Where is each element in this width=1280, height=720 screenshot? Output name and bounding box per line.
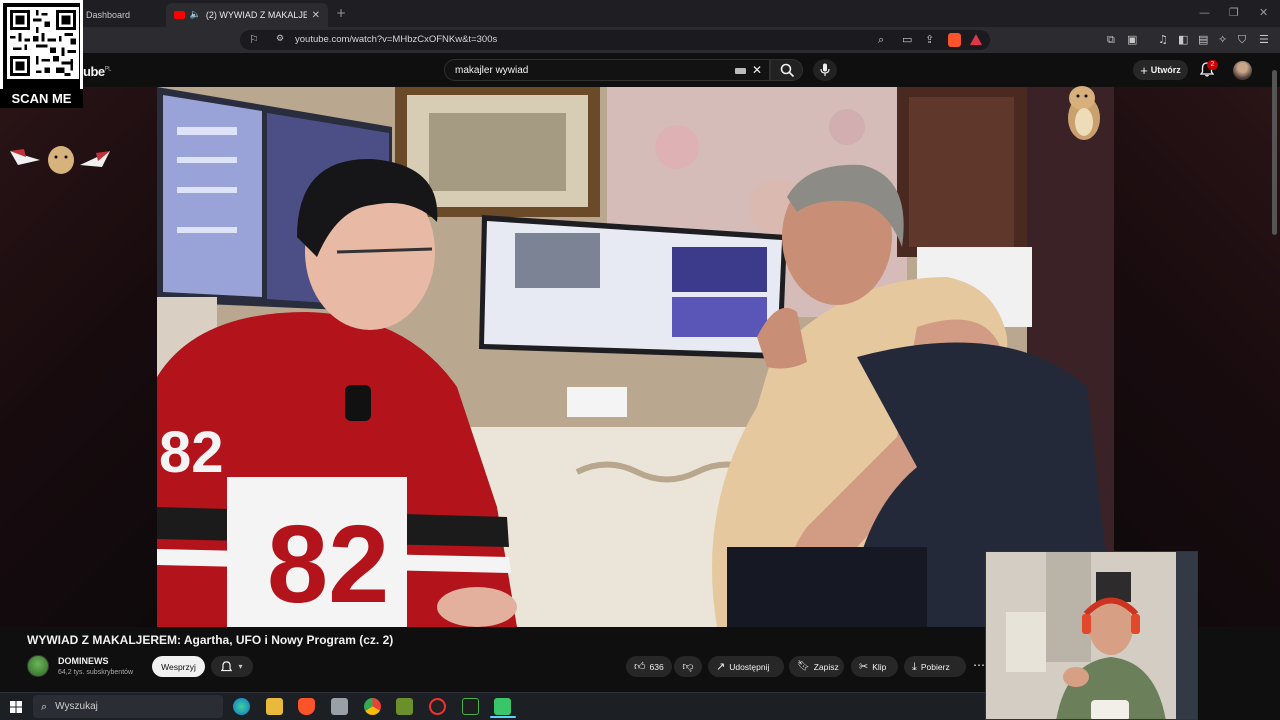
scan-me-label: SCAN ME <box>0 89 83 108</box>
qr-code <box>7 7 79 79</box>
thumbs-down-icon: 👎︎ <box>682 660 694 673</box>
join-button[interactable]: Wesprzyj <box>152 656 205 677</box>
media-icon[interactable]: ▤ <box>1198 33 1208 46</box>
bell-icon <box>221 660 233 671</box>
scissors-icon: ✂ <box>859 660 869 673</box>
like-button[interactable]: 👍︎ 636 <box>626 656 672 677</box>
wallet-icon[interactable]: ▣ <box>1127 33 1137 46</box>
more-actions-icon[interactable]: ⋯ <box>973 658 985 672</box>
edge-icon[interactable] <box>233 698 250 715</box>
streamer-webcam <box>985 551 1198 720</box>
youtube-logo[interactable]: ubePL <box>83 64 111 79</box>
hamster-sticker <box>1062 82 1104 144</box>
clip-button[interactable]: ✂ Klip <box>851 656 898 677</box>
extensions-icon[interactable]: ⧉ <box>1107 33 1115 47</box>
video-title: WYWIAD Z MAKALJEREM: Agartha, UFO i Nowy… <box>27 633 394 647</box>
brave-icon[interactable] <box>298 698 315 715</box>
tab-close-icon[interactable]: ✕ <box>312 10 320 21</box>
active-app-indicator <box>490 716 516 718</box>
streaming-app-icon[interactable] <box>494 698 511 715</box>
thumbs-up-icon: 👍︎ <box>634 660 646 673</box>
tab-label: Dashboard <box>86 10 131 20</box>
clip-label: Klip <box>872 661 887 672</box>
microphone-icon <box>820 63 830 76</box>
save-button[interactable]: 🔖︎ Zapisz <box>789 656 844 677</box>
tab-label: (2) WYWIAD Z MAKALJEREM <box>205 10 307 20</box>
dislike-button[interactable]: 👎︎ <box>674 656 702 677</box>
close-window-icon[interactable]: ✕ <box>1259 6 1268 19</box>
download-label: Pobierz <box>920 661 950 672</box>
jersey-sleeve-number: 82 <box>159 420 224 485</box>
obs-icon[interactable] <box>429 698 446 715</box>
keyboard-icon[interactable] <box>735 68 746 74</box>
share-page-icon[interactable]: ⇪ <box>925 33 934 46</box>
site-info-icon[interactable]: ⚙ <box>276 34 284 44</box>
terminal-icon[interactable] <box>462 698 479 715</box>
save-label: Zapisz <box>813 661 839 672</box>
minimize-icon[interactable]: — <box>1199 6 1210 19</box>
app-icon[interactable] <box>331 698 348 715</box>
qr-code-overlay: SCAN ME <box>0 0 83 108</box>
new-tab-button[interactable]: + <box>336 6 346 20</box>
youtube-favicon-icon <box>174 11 185 19</box>
tab-youtube-video[interactable]: 🔈 (2) WYWIAD Z MAKALJEREM ✕ <box>166 3 328 27</box>
jersey-number: 82 <box>267 503 389 626</box>
search-button[interactable] <box>770 59 803 81</box>
page-scrollbar[interactable] <box>1272 70 1277 235</box>
voice-search-button[interactable] <box>813 59 837 81</box>
create-label: Utwórz <box>1150 65 1181 75</box>
bookmark-icon[interactable]: ⚐ <box>249 33 259 46</box>
search-icon: ⌕ <box>41 699 48 713</box>
taskbar-search-placeholder: Wyszukaj <box>55 701 98 712</box>
url-text[interactable]: youtube.com/watch?v=MHbzCxOFNKw&t=300s <box>295 34 497 45</box>
save-icon: 🔖︎ <box>797 661 810 672</box>
create-button[interactable]: + Utwórz <box>1133 60 1188 80</box>
zoom-icon[interactable]: ⌕ <box>878 33 884 47</box>
download-icon: ⤓ <box>912 659 917 673</box>
share-icon: ↗ <box>716 660 726 673</box>
brave-rewards-icon[interactable] <box>970 34 982 45</box>
windows-start-icon[interactable] <box>10 700 22 713</box>
clear-search-icon[interactable]: ✕ <box>752 63 762 77</box>
cast-icon[interactable]: ▭ <box>902 33 912 46</box>
file-explorer-icon[interactable] <box>266 698 283 715</box>
share-label: Udostępnij <box>729 661 770 672</box>
share-button[interactable]: ↗ Udostępnij <box>708 656 784 677</box>
search-icon <box>780 63 795 78</box>
music-icon[interactable]: ♫ <box>1158 33 1168 46</box>
tab-dashboard[interactable]: Dashboard <box>78 3 170 27</box>
chevron-down-icon: ▾ <box>238 662 243 671</box>
plus-icon: + <box>1140 62 1148 78</box>
search-value: makajler wywiad <box>455 65 529 76</box>
subscriber-count: 64,2 tys. subskrybentów <box>58 669 134 676</box>
maximize-icon[interactable]: ❐ <box>1229 6 1239 19</box>
leo-ai-icon[interactable]: ✧ <box>1218 33 1227 46</box>
menu-icon[interactable]: ☰ <box>1259 33 1269 46</box>
emote-sticker <box>10 143 112 177</box>
like-count: 636 <box>649 661 664 672</box>
channel-avatar[interactable] <box>27 655 49 677</box>
chrome-icon[interactable] <box>364 698 381 715</box>
speaker-icon: 🔈 <box>189 10 201 20</box>
account-avatar[interactable] <box>1233 61 1252 80</box>
taskbar-search[interactable]: ⌕ Wyszukaj <box>33 695 223 718</box>
brave-shield-icon[interactable] <box>948 33 961 47</box>
video-player[interactable]: 82 82 <box>157 87 1114 627</box>
subscription-bell-button[interactable]: ▾ <box>211 656 253 677</box>
download-button[interactable]: ⤓ Pobierz <box>904 656 966 677</box>
channel-name[interactable]: DOMINEWS <box>58 656 109 666</box>
notification-count-badge: 2 <box>1207 60 1218 70</box>
logo-region: PL <box>104 66 112 73</box>
video-frame: 82 82 <box>157 87 1114 627</box>
ambient-right <box>1114 87 1280 627</box>
minecraft-icon[interactable] <box>396 698 413 715</box>
search-input[interactable]: makajler wywiad ✕ <box>444 59 770 81</box>
vpn-icon[interactable]: ⛉ <box>1238 33 1246 47</box>
sidebar-icon[interactable]: ◧ <box>1178 33 1188 46</box>
